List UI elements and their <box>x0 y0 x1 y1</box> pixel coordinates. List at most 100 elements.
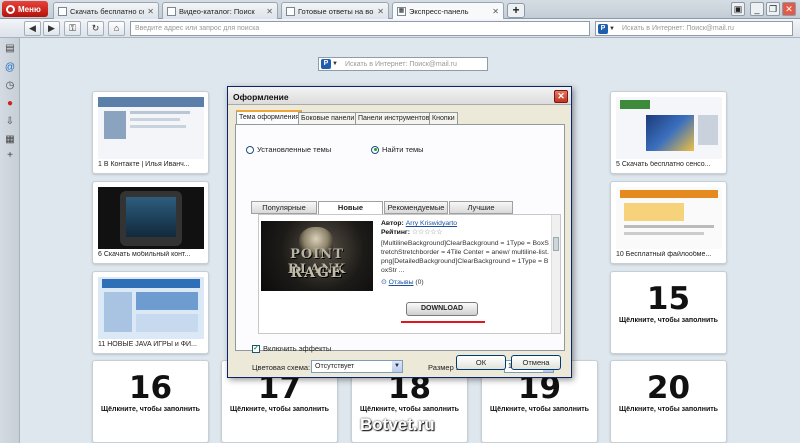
key-icon[interactable]: ⚿ <box>64 21 81 36</box>
tab-label: Скачать бесплатно сен... <box>70 6 144 16</box>
cancel-button[interactable]: Отмена <box>511 355 561 370</box>
cell-number: 16 <box>128 370 173 406</box>
opera-unite-icon[interactable]: ● <box>4 98 16 110</box>
empty-cell-20[interactable]: 20 Щёлкните, чтобы заполнить <box>610 360 727 443</box>
close-tab-icon[interactable]: ✕ <box>147 7 154 16</box>
bookmarks-icon[interactable]: ▤ <box>4 43 16 55</box>
menu-label: Меню <box>18 4 41 14</box>
page-thumbnail <box>98 97 204 159</box>
reload-icon[interactable]: ↻ <box>87 21 104 36</box>
subtab-popular[interactable]: Популярные <box>251 201 317 214</box>
notes-icon[interactable]: ▦ <box>4 134 16 146</box>
new-tab-button[interactable]: + <box>507 3 525 18</box>
close-tab-icon[interactable]: ✕ <box>266 7 273 16</box>
tab-label: Экспресс-панель <box>409 7 469 16</box>
address-input[interactable]: Введите адрес или запрос для поиска <box>130 21 590 36</box>
search-engine-selector[interactable]: P ▼ <box>598 22 620 35</box>
empty-cell-16[interactable]: 16 Щёлкните, чтобы заполнить <box>92 360 209 443</box>
search-engine-icon: P <box>598 23 608 34</box>
author-link[interactable]: Arry Kriswidyarto <box>406 220 457 227</box>
cell-prompt: Щёлкните, чтобы заполнить <box>101 406 200 413</box>
back-arrow-icon[interactable]: ◀ <box>24 21 41 36</box>
dialog-title: Оформление <box>228 87 571 105</box>
watermark: Botvet.ru <box>360 415 435 434</box>
radio-label: Найти темы <box>382 145 424 154</box>
menu-button[interactable]: Меню <box>2 1 48 17</box>
close-icon[interactable]: ✕ <box>554 90 568 103</box>
toolbar-search-input[interactable]: P ▼ Искать в Интернет: Поиск@mail.ru <box>595 21 793 36</box>
theme-list-scrollbar[interactable] <box>551 215 560 333</box>
scrollbar-thumb[interactable] <box>553 237 559 251</box>
radio-label: Установленные темы <box>257 145 332 154</box>
downloads-icon[interactable]: ⇩ <box>4 116 16 128</box>
tab-side-panels[interactable]: Боковые панели <box>298 112 358 124</box>
speed-dial-search-input[interactable]: P ▼ Искать в Интернет: Поиск@mail.ru <box>318 57 488 71</box>
speed-dial-cell-5[interactable]: 5 Скачать бесплатно сенсо... <box>610 91 727 174</box>
select-value: Отсутствует <box>315 363 355 370</box>
tab-video-catalog[interactable]: Видео-каталог: Поиск ✕ <box>162 2 278 19</box>
search-engine-selector[interactable]: P ▼ <box>321 58 343 71</box>
subtab-recommended[interactable]: Рекомендуемые <box>384 201 448 214</box>
theme-list: POINT BLANK RAGE Автор: Arry Kriswidyart… <box>258 214 561 334</box>
cell-prompt: Щёлкните, чтобы заполнить <box>619 317 718 324</box>
rating-label: Рейтинг: <box>381 229 411 236</box>
theme-rating: Рейтинг: ☆☆☆☆☆ <box>381 228 442 237</box>
close-tab-icon[interactable]: ✕ <box>492 7 499 16</box>
subtab-new[interactable]: Новые <box>318 201 383 214</box>
ok-button[interactable]: ОК <box>456 355 506 370</box>
page-thumbnail <box>616 187 722 249</box>
empty-cell-15[interactable]: 15 Щёлкните, чтобы заполнить <box>610 271 727 354</box>
rating-stars-icon[interactable]: ☆☆☆☆☆ <box>412 229 442 236</box>
cell-prompt: Щёлкните, чтобы заполнить <box>490 406 589 413</box>
tab-speed-dial[interactable]: ▦ Экспресс-панель ✕ <box>392 2 504 20</box>
enable-effects[interactable]: ✓ Включить эффекты <box>252 344 331 353</box>
cell-number: 20 <box>646 370 691 406</box>
page-icon <box>286 6 295 16</box>
forward-arrow-icon[interactable]: ▶ <box>43 21 60 36</box>
page-thumbnail <box>616 97 722 159</box>
tab-download-sensor[interactable]: Скачать бесплатно сен...✕ <box>53 2 159 19</box>
radio-installed-themes[interactable]: Установленные темы <box>246 145 331 154</box>
speed-dial-cell-1[interactable]: 1 В Контакте | Илья Иванч... <box>92 91 209 174</box>
chevron-down-icon: ▼ <box>609 25 615 32</box>
tab-toolbars[interactable]: Панели инструментов <box>355 112 433 124</box>
themes-panel: Установленные темы Найти темы Популярные… <box>235 124 565 373</box>
checkbox[interactable]: ✓ <box>252 344 260 353</box>
download-button[interactable]: DOWNLOAD <box>406 302 478 316</box>
cell-prompt: Щёлкните, чтобы заполнить <box>360 406 459 413</box>
search-placeholder: Искать в Интернет: Поиск@mail.ru <box>345 60 457 68</box>
tab-bar: Меню Скачать бесплатно сен...✕ Видео-кат… <box>0 0 800 20</box>
tab-ready-answers[interactable]: Готовые ответы на во... ✕ <box>281 2 389 19</box>
search-placeholder: Искать в Интернет: Поиск@mail.ru <box>622 25 734 32</box>
radio-button[interactable] <box>371 145 379 154</box>
mail-icon[interactable]: @ <box>4 62 16 74</box>
theme-preview-image[interactable]: POINT BLANK RAGE <box>261 221 373 291</box>
cell-prompt: Щёлкните, чтобы заполнить <box>619 406 718 413</box>
tab-themes[interactable]: Тема оформления <box>236 110 303 125</box>
home-icon[interactable]: ⌂ <box>108 21 125 36</box>
radio-button[interactable] <box>246 145 254 154</box>
cell-caption: 1 В Контакте | Илья Иванч... <box>98 161 190 168</box>
theme-reviews[interactable]: ⊙ Отзывы (0) <box>381 278 424 287</box>
add-panel-icon[interactable]: + <box>4 150 16 162</box>
radio-find-themes[interactable]: Найти темы <box>371 145 424 154</box>
minimize-button[interactable]: _ <box>750 2 764 16</box>
speed-dial-cell-11[interactable]: 11 НОВЫЕ JAVA ИГРЫ и ФИ... <box>92 271 209 354</box>
tab-label: Готовые ответы на во... <box>298 6 375 16</box>
color-scheme-select[interactable]: Отсутствует ▼ <box>311 360 403 373</box>
speed-dial-cell-10[interactable]: 10 Бесплатный файлообме... <box>610 181 727 264</box>
history-icon[interactable]: ◷ <box>4 80 16 92</box>
close-window-button[interactable]: ✕ <box>782 2 796 16</box>
trash-icon[interactable]: ▣ <box>731 2 745 16</box>
restore-button[interactable]: ❐ <box>766 2 780 16</box>
reviews-link[interactable]: Отзывы <box>389 279 414 286</box>
reviews-count: (0) <box>415 279 424 286</box>
close-tab-icon[interactable]: ✕ <box>377 7 384 16</box>
tab-buttons[interactable]: Кнопки <box>429 112 458 124</box>
page-icon <box>167 6 176 16</box>
appearance-dialog: Оформление ✕ Тема оформления Боковые пан… <box>227 86 572 378</box>
cell-caption: 5 Скачать бесплатно сенсо... <box>616 161 711 168</box>
cell-caption: 10 Бесплатный файлообме... <box>616 251 712 258</box>
speed-dial-cell-6[interactable]: 6 Скачать мобильный конт... <box>92 181 209 264</box>
subtab-best[interactable]: Лучшие <box>449 201 513 214</box>
